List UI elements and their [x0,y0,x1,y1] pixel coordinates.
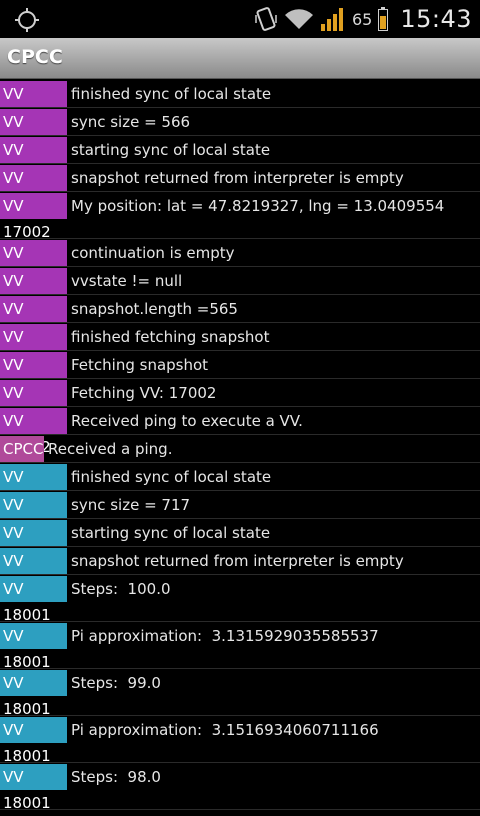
log-tag: VV 18001 [0,764,67,812]
log-row: VV 17002 My position: lat = 47.8219327, l… [0,192,480,241]
log-message: finished sync of local state [71,85,272,103]
log-tag: VV 18001 [0,670,67,718]
log-row: VV 17002continuation is empty [0,239,480,288]
log-tag: VV 17002 [0,380,67,428]
log-message: snapshot returned from interpreter is em… [71,552,404,570]
log-row: VV 18001 Steps: 98.0 [0,763,480,812]
log-row: VV 18001 Pi approximation: 3.151693406071… [0,716,480,765]
log-row: VV 18001 Steps: 100.0 [0,575,480,624]
log-message: sync size = 566 [71,113,191,131]
vibrate-icon [255,7,277,31]
log-message: snapshot returned from interpreter is em… [71,169,404,187]
log-message: My position: lat = 47.8219327, lng = 13.… [71,197,445,215]
log-message: Received ping to execute a VV. [71,412,303,430]
log-row: VV 17002sync size = 566 [0,108,480,157]
log-tag: VV 17002 [0,137,67,185]
log-row: VV 17002finished sync of local state [0,80,480,129]
log-row: VV 18001finished sync of local state [0,463,480,512]
log-row: VV 17002Received ping to execute a VV. [0,407,480,456]
log-tag: VV 18001 [0,520,67,568]
log-tag: VV 17002 [0,408,67,456]
battery-icon [378,7,389,31]
clock: 15:43 [400,5,472,33]
log-message: finished sync of local state [71,468,272,486]
log-row: VV 18001snapshot returned from interpret… [0,547,480,596]
log-tag: VV 17002 [0,109,67,157]
log-message: Received a ping. [48,440,173,458]
log-message: Steps: 100.0 [71,580,171,598]
log-row: VV 17002snapshot returned from interpret… [0,164,480,213]
log-tag: VV 17002 [0,352,67,400]
log-row: VV 17002vvstate != null [0,267,480,316]
log-tag: CPCC [0,436,44,462]
log-tag: VV 17002 [0,165,67,213]
log-tag: VV 17002 [0,240,67,288]
log-message: Pi approximation: 3.1516934060711166 [71,721,379,739]
signal-icon [320,8,343,31]
log-row: VV 18001 Steps: 99.0 [0,669,480,718]
wifi-icon [284,9,313,29]
log-tag: VV 17002 [0,193,67,241]
title-bar: CPCC [0,38,480,79]
log-row: VV 17002Fetching VV: 17002 [0,379,480,428]
log-tag: VV 18001 [0,623,67,671]
log-row: VV 18001starting sync of local state [0,519,480,568]
log-row: VV 18001 Pi approximation: 3.131592903558… [0,622,480,671]
log-tag: VV 18001 [0,548,67,596]
log-message: Fetching VV: 17002 [71,384,217,402]
log-message: starting sync of local state [71,524,271,542]
log-row: VV 17002finished fetching snapshot [0,323,480,372]
gps-icon [15,8,39,32]
log-list[interactable]: VV 17002finished sync of local stateVV 1… [0,80,480,812]
status-bar: 65 15:43 [0,0,480,38]
log-message: continuation is empty [71,244,235,262]
log-row: CPCC Received a ping. [0,435,480,463]
log-row: VV 17002Fetching snapshot [0,351,480,400]
log-row: VV 18001sync size = 717 [0,491,480,540]
log-tag: VV 18001 [0,717,67,765]
log-message: sync size = 717 [71,496,191,514]
log-message: Steps: 98.0 [71,768,161,786]
log-tag: VV 18001 [0,464,67,512]
battery-percent: 65 [351,9,373,29]
log-message: finished fetching snapshot [71,328,270,346]
log-tag: VV 18001 [0,576,67,624]
log-message: vvstate != null [71,272,183,290]
log-tag: VV 17002 [0,268,67,316]
log-tag: VV 18001 [0,492,67,540]
log-message: Pi approximation: 3.1315929035585537 [71,627,379,645]
log-message: Fetching snapshot [71,356,209,374]
log-row: VV 17002starting sync of local state [0,136,480,185]
log-message: starting sync of local state [71,141,271,159]
log-message: snapshot.length =565 [71,300,238,318]
log-message: Steps: 99.0 [71,674,161,692]
log-tag: VV 17002 [0,81,67,129]
log-row: VV 17002snapshot.length =565 [0,295,480,344]
app-title: CPCC [7,46,63,68]
log-tag: VV 17002 [0,296,67,344]
log-tag: VV 17002 [0,324,67,372]
